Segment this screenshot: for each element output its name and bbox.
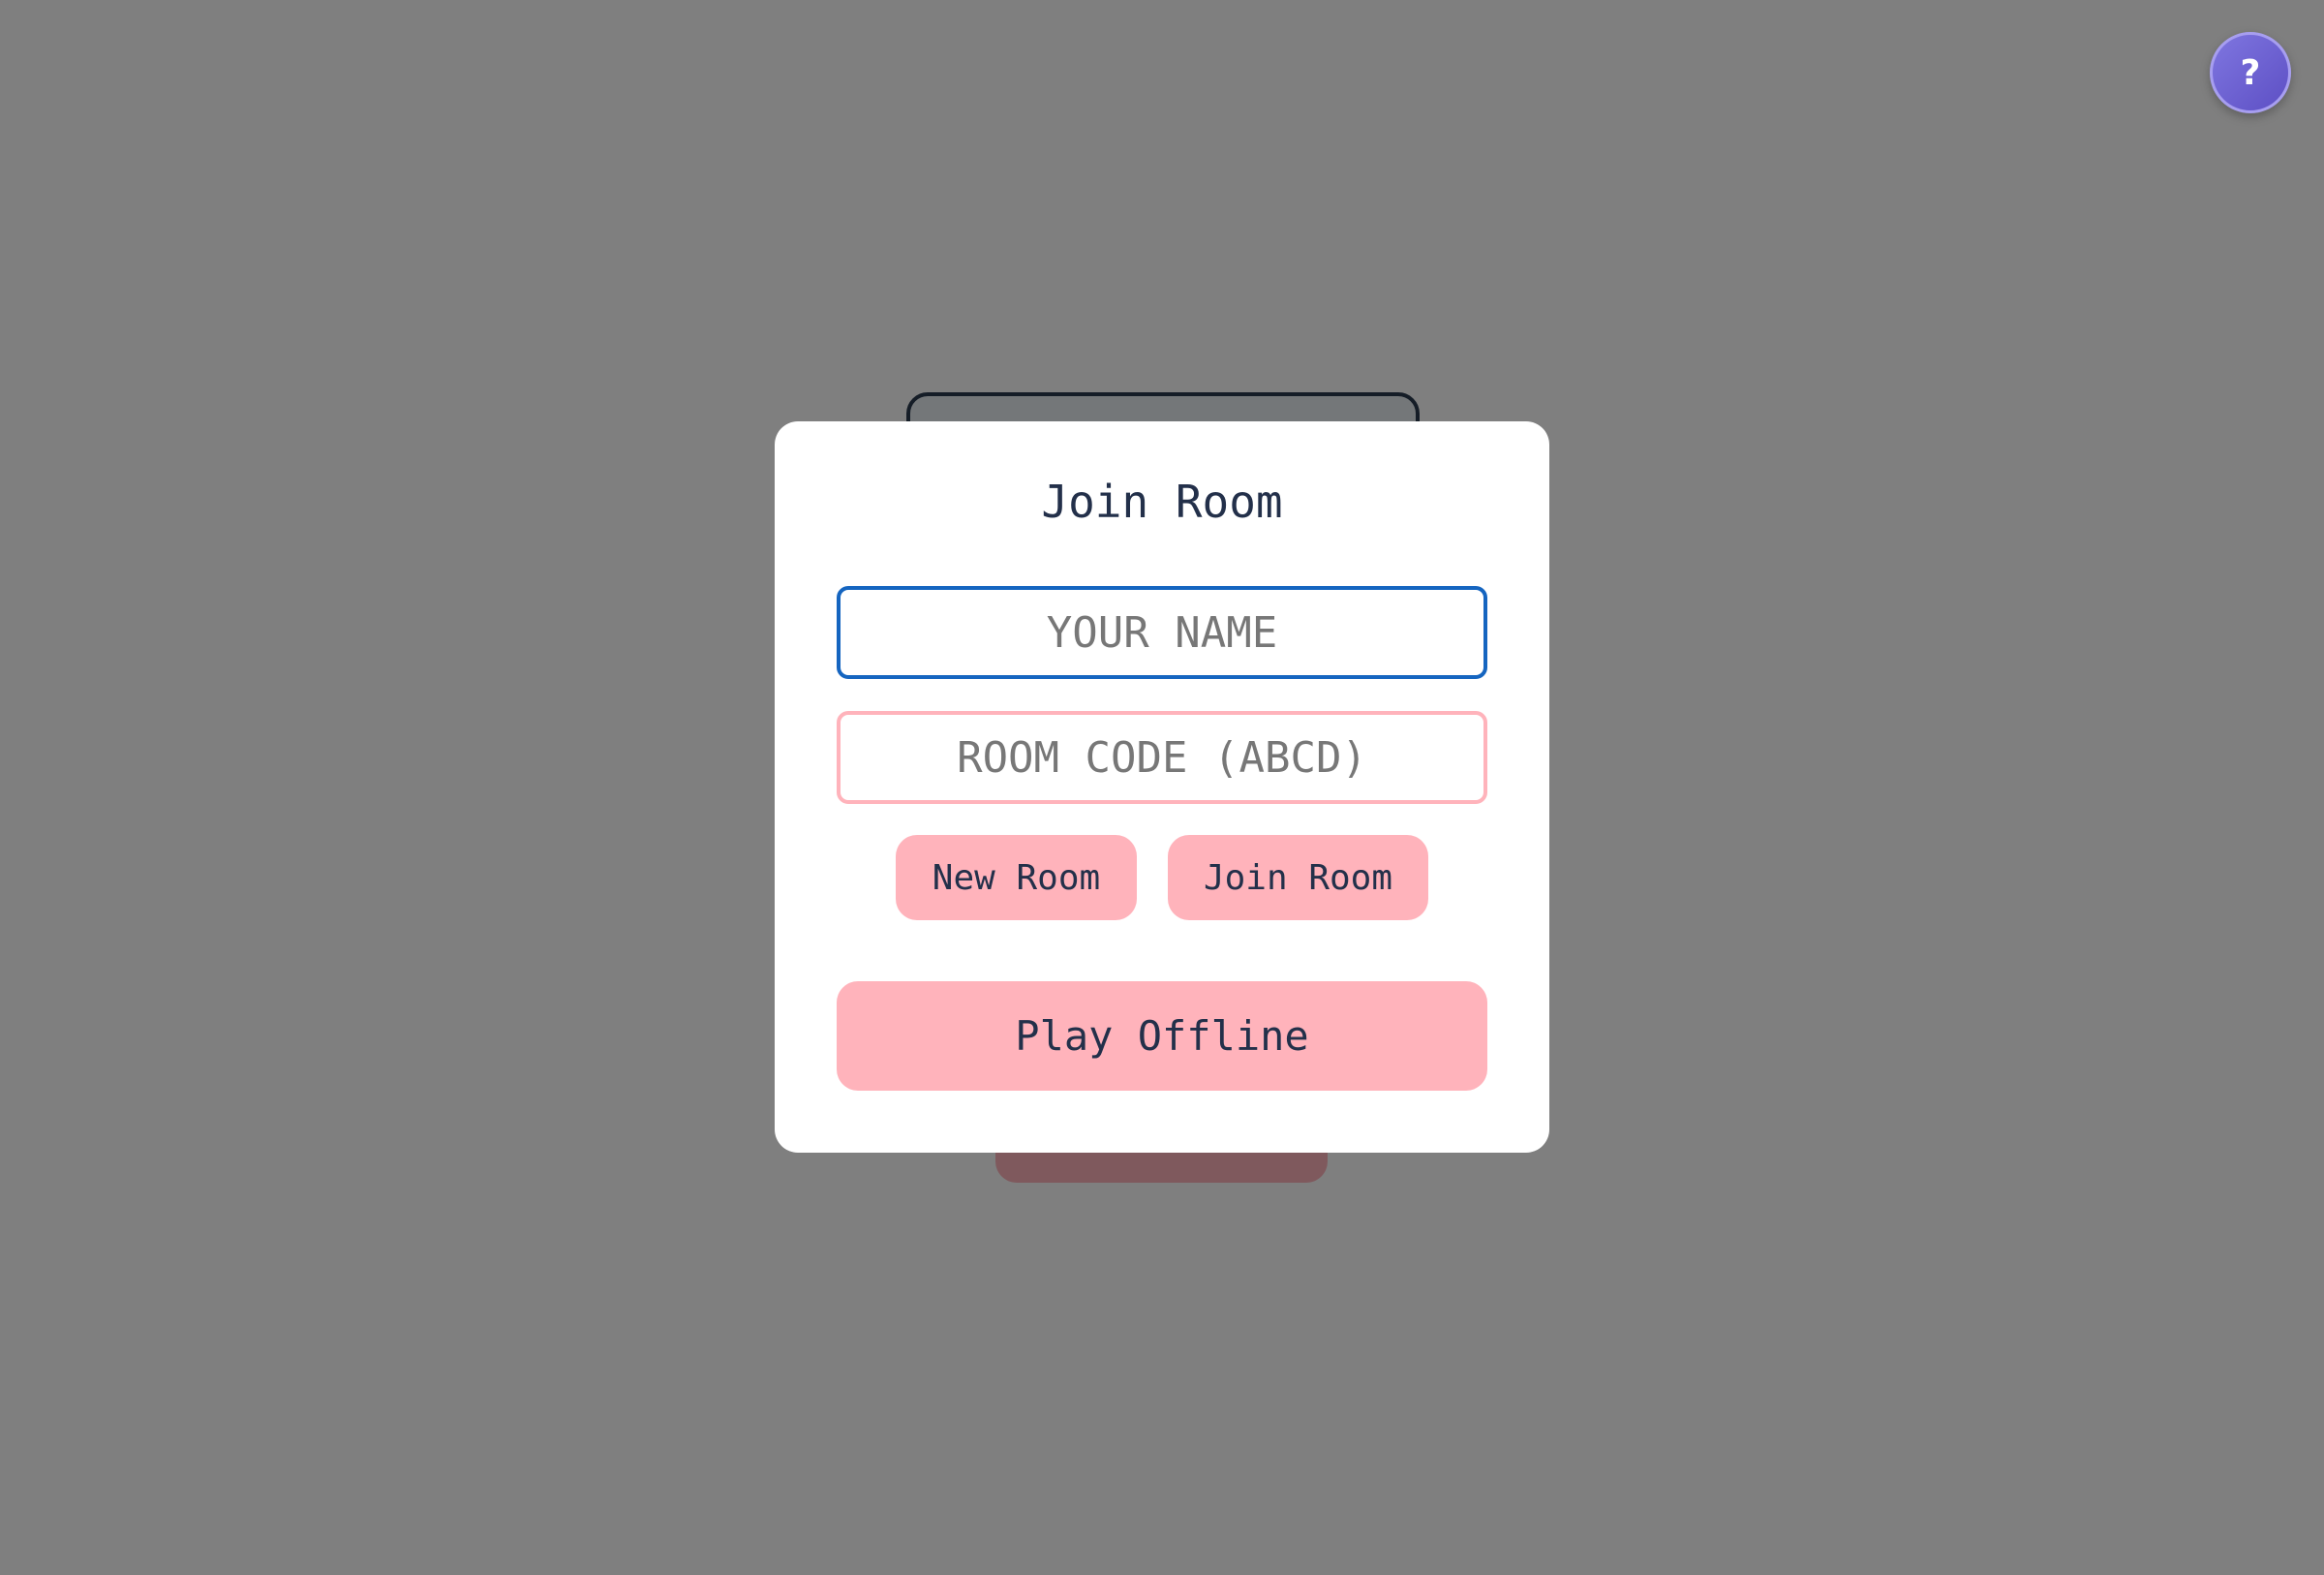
name-input[interactable] bbox=[837, 586, 1487, 679]
help-button[interactable]: ? bbox=[2210, 32, 2291, 113]
help-icon: ? bbox=[2240, 52, 2261, 93]
room-code-input[interactable] bbox=[837, 711, 1487, 804]
dialog-title: Join Room bbox=[1041, 476, 1283, 528]
new-room-button[interactable]: New Room bbox=[896, 835, 1137, 920]
join-room-button[interactable]: Join Room bbox=[1168, 835, 1428, 920]
join-room-dialog: Join Room New Room Join Room Play Offlin… bbox=[775, 421, 1549, 1153]
play-offline-button[interactable]: Play Offline bbox=[837, 981, 1487, 1091]
